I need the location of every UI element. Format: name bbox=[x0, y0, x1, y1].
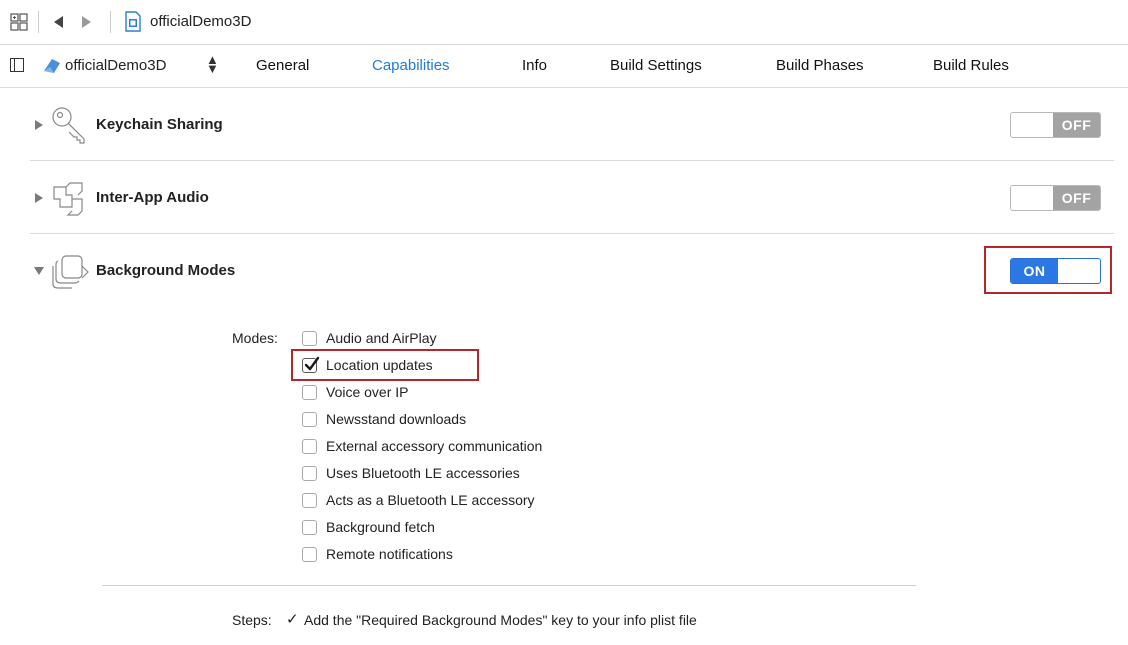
checkbox[interactable] bbox=[302, 547, 317, 562]
capability-background-modes: Background Modes ON bbox=[0, 235, 1128, 307]
disclosure-triangle-expanded-icon[interactable] bbox=[33, 265, 45, 277]
mode-label: Voice over IP bbox=[326, 384, 409, 400]
key-icon bbox=[52, 107, 85, 144]
project-file-icon bbox=[125, 11, 141, 32]
checkbox[interactable] bbox=[302, 520, 317, 535]
toggle-state-label: OFF bbox=[1053, 113, 1100, 137]
highlight-box-location-updates bbox=[291, 349, 479, 381]
inter-app-audio-icon bbox=[53, 182, 83, 216]
target-popup-chevron-icon[interactable]: ▲ ▼ bbox=[206, 53, 219, 75]
jump-bar-separator bbox=[38, 11, 39, 33]
mode-label: Audio and AirPlay bbox=[326, 330, 437, 346]
checkbox[interactable] bbox=[302, 466, 317, 481]
capability-keychain-sharing: Keychain Sharing OFF bbox=[0, 89, 1128, 161]
mode-label: Acts as a Bluetooth LE accessory bbox=[326, 492, 535, 508]
checkbox[interactable] bbox=[302, 439, 317, 454]
row-divider bbox=[30, 160, 1114, 161]
row-divider bbox=[30, 233, 1114, 234]
capability-name: Background Modes bbox=[96, 262, 236, 279]
editor-tab-bar: officialDemo3D ▲ ▼ General Capabilities I… bbox=[0, 45, 1128, 88]
jump-bar-separator bbox=[110, 11, 111, 33]
tab-build-phases[interactable]: Build Phases bbox=[776, 57, 864, 74]
inter-app-audio-toggle[interactable]: OFF bbox=[1010, 185, 1101, 211]
tab-build-settings[interactable]: Build Settings bbox=[610, 57, 702, 74]
mode-label: Newsstand downloads bbox=[326, 411, 467, 427]
capability-inter-app-audio: Inter-App Audio OFF bbox=[0, 162, 1128, 234]
app-target-icon bbox=[44, 59, 60, 73]
checkbox[interactable] bbox=[302, 331, 317, 346]
forward-arrow-icon[interactable] bbox=[77, 13, 95, 31]
show-navigator-icon[interactable] bbox=[10, 58, 24, 72]
target-selector[interactable]: officialDemo3D bbox=[65, 57, 166, 74]
step-text: Add the "Required Background Modes" key … bbox=[304, 612, 697, 628]
mode-label: External accessory communication bbox=[326, 438, 543, 454]
tab-capabilities[interactable]: Capabilities bbox=[372, 57, 450, 74]
capability-name: Inter-App Audio bbox=[96, 189, 209, 206]
tab-general[interactable]: General bbox=[256, 57, 309, 74]
jump-bar: officialDemo3D bbox=[0, 0, 1128, 45]
back-arrow-icon[interactable] bbox=[50, 13, 68, 31]
background-modes-icon bbox=[52, 255, 89, 289]
tab-info[interactable]: Info bbox=[522, 57, 547, 74]
checkbox[interactable] bbox=[302, 412, 317, 427]
tab-build-rules[interactable]: Build Rules bbox=[933, 57, 1009, 74]
steps-divider bbox=[102, 585, 916, 586]
related-items-grid-icon[interactable] bbox=[10, 13, 28, 31]
toggle-state-label: OFF bbox=[1053, 186, 1100, 210]
mode-label: Remote notifications bbox=[326, 546, 453, 562]
jump-bar-file-name[interactable]: officialDemo3D bbox=[150, 13, 251, 30]
step-done-check-icon: ✓ bbox=[286, 611, 299, 628]
checkbox[interactable] bbox=[302, 385, 317, 400]
keychain-sharing-toggle[interactable]: OFF bbox=[1010, 112, 1101, 138]
disclosure-triangle-collapsed-icon[interactable] bbox=[33, 192, 45, 204]
steps-label: Steps: bbox=[232, 612, 272, 628]
mode-label: Background fetch bbox=[326, 519, 435, 535]
mode-label: Uses Bluetooth LE accessories bbox=[326, 465, 520, 481]
capability-name: Keychain Sharing bbox=[96, 116, 223, 133]
disclosure-triangle-collapsed-icon[interactable] bbox=[33, 119, 45, 131]
highlight-box-toggle bbox=[984, 246, 1112, 294]
checkbox[interactable] bbox=[302, 493, 317, 508]
modes-label: Modes: bbox=[232, 330, 278, 346]
